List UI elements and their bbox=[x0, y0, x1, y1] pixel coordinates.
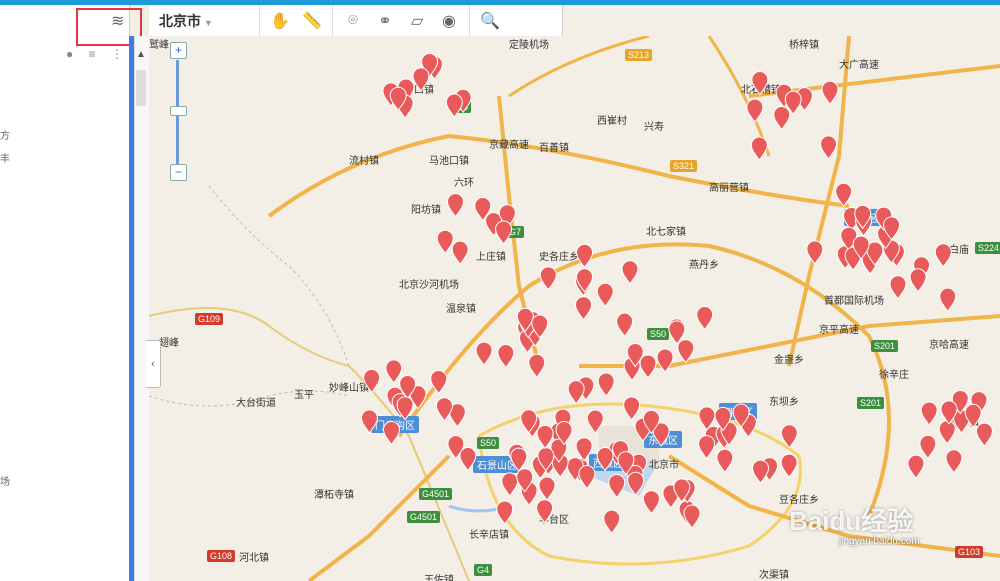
poi-marker[interactable] bbox=[934, 243, 952, 268]
poi-marker[interactable] bbox=[538, 476, 556, 501]
watermark-text: Baidu经验 bbox=[789, 506, 914, 536]
poi-marker[interactable] bbox=[683, 504, 701, 529]
city-selector[interactable]: 北京市 ▼ bbox=[159, 11, 259, 31]
poi-marker[interactable] bbox=[751, 71, 769, 96]
poi-marker[interactable] bbox=[608, 474, 626, 499]
poi-marker[interactable] bbox=[596, 447, 614, 472]
poi-marker[interactable] bbox=[382, 421, 400, 446]
poi-marker[interactable] bbox=[750, 136, 768, 161]
poi-marker[interactable] bbox=[597, 372, 615, 397]
poi-marker[interactable] bbox=[578, 465, 596, 490]
poi-marker[interactable] bbox=[436, 229, 454, 255]
poi-marker[interactable] bbox=[475, 341, 493, 366]
panel-action-icons[interactable]: ● ≡ ⋮ bbox=[66, 47, 129, 61]
chevron-down-icon[interactable]: ▼ bbox=[204, 18, 213, 28]
poi-marker[interactable] bbox=[412, 67, 430, 92]
watermark-url: jingyan.baidu.com bbox=[839, 536, 920, 547]
poi-marker[interactable] bbox=[496, 500, 514, 525]
poi-marker[interactable] bbox=[430, 370, 448, 395]
poi-marker[interactable] bbox=[642, 490, 660, 515]
poi-marker[interactable] bbox=[820, 135, 838, 160]
poi-marker[interactable] bbox=[385, 359, 403, 384]
poi-marker[interactable] bbox=[677, 339, 695, 364]
poi-marker[interactable] bbox=[919, 434, 937, 460]
poi-marker[interactable] bbox=[596, 282, 614, 308]
poi-marker[interactable] bbox=[639, 354, 657, 379]
zoom-in-button[interactable]: + bbox=[170, 42, 187, 59]
poi-marker[interactable] bbox=[528, 353, 546, 379]
globe-icon[interactable]: ◉ bbox=[439, 11, 459, 31]
poi-marker[interactable] bbox=[975, 422, 993, 447]
city-name[interactable]: 北京市 bbox=[159, 13, 201, 29]
poi-marker[interactable] bbox=[603, 509, 621, 535]
poi-marker[interactable] bbox=[889, 275, 907, 300]
location-pin-icon[interactable]: ⌾ bbox=[343, 12, 363, 30]
panel-text-3: 场 bbox=[0, 477, 10, 488]
poi-marker[interactable] bbox=[363, 369, 381, 394]
poi-marker[interactable] bbox=[576, 243, 594, 269]
panel-text-2: 丰 bbox=[0, 154, 10, 165]
map-toolbar: 北京市 ▼ ✋ 📏 ⌾ ⚭ ▱ ◉ 🔍 bbox=[149, 5, 563, 37]
scroll-up-icon[interactable]: ▲ bbox=[134, 48, 148, 62]
poi-marker[interactable] bbox=[616, 312, 634, 338]
poi-marker[interactable] bbox=[510, 447, 528, 472]
poi-marker[interactable] bbox=[575, 437, 593, 462]
poi-marker[interactable] bbox=[656, 348, 674, 373]
search-icon[interactable]: 🔍 bbox=[480, 11, 500, 31]
poi-marker[interactable] bbox=[501, 472, 519, 497]
poi-marker[interactable] bbox=[945, 449, 963, 474]
zoom-slider-track[interactable] bbox=[176, 60, 179, 172]
poi-marker[interactable] bbox=[716, 448, 734, 474]
poi-marker[interactable] bbox=[495, 220, 513, 245]
poi-marker[interactable] bbox=[773, 106, 791, 131]
poi-marker[interactable] bbox=[451, 240, 469, 265]
map-pins-layer bbox=[360, 53, 993, 535]
panel-text-1: 方 bbox=[0, 131, 10, 142]
layers-icon[interactable]: ≋ bbox=[111, 11, 124, 31]
share-icon[interactable]: ⚭ bbox=[375, 11, 395, 31]
left-panel: 方 丰 场 bbox=[0, 5, 130, 581]
poi-marker[interactable] bbox=[746, 98, 764, 123]
zoom-out-button[interactable]: − bbox=[170, 164, 187, 181]
map-canvas[interactable]: 定陵机场桥梓镇南口镇西崔村兴寿北石槽镇流村镇马池口镇百善镇阳坊镇北七家镇上庄镇史… bbox=[149, 36, 1000, 581]
poi-marker[interactable] bbox=[586, 409, 604, 434]
watermark: Baidu经验 bbox=[789, 501, 913, 538]
poi-marker[interactable] bbox=[939, 287, 957, 313]
collapse-panel-button[interactable]: ‹ bbox=[146, 340, 161, 388]
poi-marker[interactable] bbox=[698, 435, 716, 460]
poi-marker[interactable] bbox=[497, 344, 515, 369]
pan-hand-icon[interactable]: ✋ bbox=[270, 11, 290, 31]
poi-marker[interactable] bbox=[920, 401, 938, 426]
area-shape-icon[interactable]: ▱ bbox=[407, 11, 427, 31]
poi-marker[interactable] bbox=[938, 420, 956, 445]
poi-marker[interactable] bbox=[821, 80, 839, 106]
poi-marker[interactable] bbox=[752, 459, 770, 484]
poi-marker[interactable] bbox=[360, 409, 378, 434]
poi-marker[interactable] bbox=[539, 266, 557, 291]
poi-marker[interactable] bbox=[780, 424, 798, 449]
poi-marker[interactable] bbox=[574, 296, 592, 321]
poi-marker[interactable] bbox=[621, 260, 639, 285]
poi-marker[interactable] bbox=[445, 93, 463, 118]
panel-scrollbar[interactable] bbox=[134, 36, 149, 581]
poi-marker[interactable] bbox=[806, 240, 824, 265]
ruler-icon[interactable]: 📏 bbox=[302, 11, 322, 31]
zoom-control: + − bbox=[170, 42, 187, 182]
poi-marker[interactable] bbox=[696, 306, 714, 331]
poi-marker[interactable] bbox=[623, 396, 641, 421]
poi-marker[interactable] bbox=[536, 499, 554, 524]
poi-marker[interactable] bbox=[835, 182, 853, 208]
poi-marker[interactable] bbox=[627, 471, 645, 497]
zoom-slider-handle[interactable] bbox=[170, 106, 187, 116]
poi-marker[interactable] bbox=[907, 454, 925, 479]
poi-marker[interactable] bbox=[459, 447, 477, 472]
poi-marker[interactable] bbox=[780, 453, 798, 479]
poi-marker[interactable] bbox=[447, 193, 465, 218]
scroll-thumb[interactable] bbox=[136, 70, 146, 106]
poi-marker[interactable] bbox=[567, 380, 585, 405]
poi-marker[interactable] bbox=[909, 268, 927, 293]
poi-marker[interactable] bbox=[435, 397, 453, 422]
